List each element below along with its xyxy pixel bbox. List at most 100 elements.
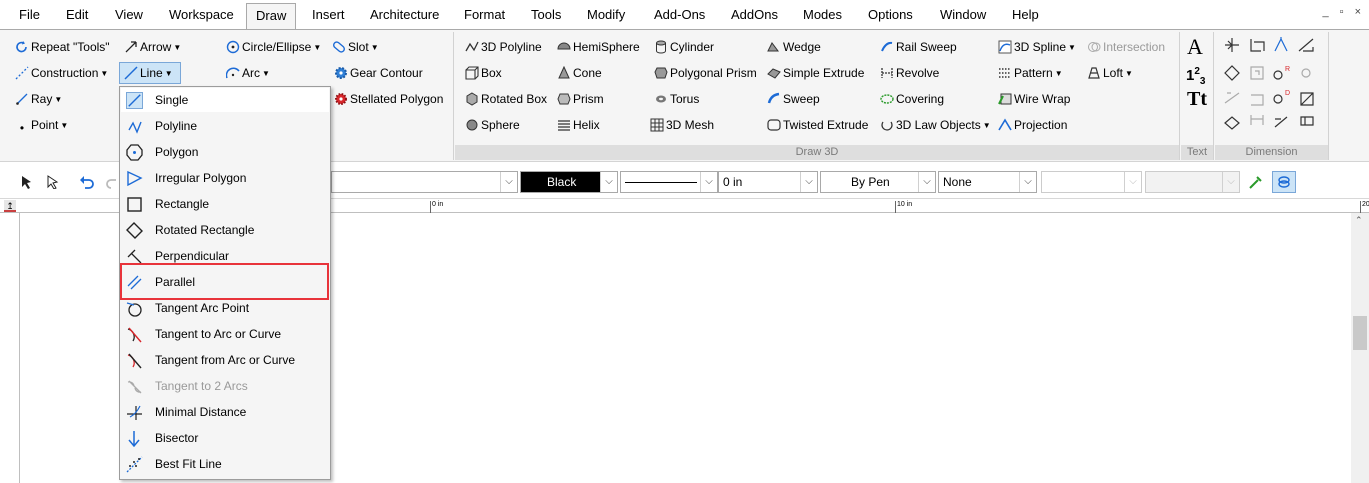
wire-wrap-button[interactable]: Wire Wrap (998, 89, 1070, 109)
gear-contour-button[interactable]: Gear Contour (334, 63, 423, 83)
construction-button[interactable]: Construction ▼ (15, 63, 108, 83)
line-style-select[interactable]: ⌵ (620, 171, 718, 193)
text-tool-button[interactable]: A (1187, 34, 1203, 60)
menu-help[interactable]: Help (1012, 7, 1039, 22)
loft-icon (1088, 67, 1100, 79)
menu-item-polygon[interactable]: Polygon (121, 140, 329, 164)
polygonal-prism-button[interactable]: Polygonal Prism (654, 63, 757, 83)
menu-item-tangent-2-arcs[interactable]: Tangent to 2 Arcs (121, 374, 329, 398)
covering-button[interactable]: Covering (880, 89, 944, 109)
select-node-icon[interactable] (46, 175, 60, 189)
pattern-button[interactable]: Pattern ▼ (998, 63, 1063, 83)
menu-item-bisector[interactable]: Bisector (121, 426, 329, 450)
scroll-up-icon[interactable]: ⌃ (1355, 215, 1363, 226)
wedge-icon (767, 42, 779, 52)
menu-options[interactable]: Options (868, 7, 913, 22)
eyedropper-icon[interactable] (1248, 174, 1264, 190)
menu-format[interactable]: Format (464, 7, 505, 22)
ray-button[interactable]: Ray ▼ (15, 89, 62, 109)
menu-view[interactable]: View (115, 7, 143, 22)
intersection-label: Intersection (1103, 40, 1166, 54)
menu-workspace[interactable]: Workspace (169, 7, 234, 22)
menu-item-tangent-to-arc[interactable]: Tangent to Arc or Curve (121, 322, 329, 346)
menu-item-rotated-rectangle[interactable]: Rotated Rectangle (121, 218, 329, 242)
repeat-tools-button[interactable]: Repeat "Tools" (15, 37, 110, 57)
scrollbar-thumb[interactable] (1353, 316, 1367, 350)
disabled-select-2[interactable]: ⌵ (1145, 171, 1240, 193)
3d-law-objects-icon (881, 121, 893, 131)
line-button[interactable]: Line ▼ (119, 62, 181, 84)
vertical-scrollbar[interactable]: ⌃ (1351, 213, 1369, 483)
line-single-icon (126, 92, 143, 109)
box-button[interactable]: Box (465, 63, 502, 83)
rail-sweep-button[interactable]: Rail Sweep (880, 37, 957, 57)
torus-button[interactable]: Torus (654, 89, 699, 109)
3d-polyline-button[interactable]: 3D Polyline (465, 37, 542, 57)
menu-file[interactable]: File (19, 7, 40, 22)
thickness-select[interactable]: 0 in ⌵ (718, 171, 818, 193)
disabled-select-1[interactable]: ⌵ (1041, 171, 1142, 193)
text-style-button[interactable]: Tt (1187, 88, 1207, 111)
menu-insert[interactable]: Insert (312, 7, 345, 22)
sweep-button[interactable]: Sweep (767, 89, 820, 109)
helix-button[interactable]: Helix (557, 115, 600, 135)
color-value: Black (547, 175, 577, 189)
revolve-icon (881, 68, 893, 78)
menu-item-best-fit-line[interactable]: Best Fit Line (121, 452, 329, 476)
menu-architecture[interactable]: Architecture (370, 7, 439, 22)
rotated-box-button[interactable]: Rotated Box (465, 89, 547, 109)
chevron-down-icon: ▼ (982, 121, 991, 130)
gear-icon (335, 67, 347, 79)
chevron-down-icon: ⌵ (500, 172, 517, 192)
menu-item-minimal-distance[interactable]: Minimal Distance (121, 400, 329, 424)
slot-button[interactable]: Slot ▼ (332, 37, 379, 57)
cylinder-button[interactable]: Cylinder (654, 37, 714, 57)
window-controls[interactable]: _ ▫ × (1322, 6, 1365, 18)
arc-button[interactable]: Arc ▼ (226, 63, 270, 83)
prism-button[interactable]: Prism (557, 89, 604, 109)
arrow-button[interactable]: Arrow ▼ (124, 37, 181, 57)
point-button[interactable]: • Point ▼ (15, 115, 68, 135)
menu-tools[interactable]: Tools (531, 7, 561, 22)
menu-item-tangent-from-arc[interactable]: Tangent from Arc or Curve (121, 348, 329, 372)
revolve-button[interactable]: Revolve (880, 63, 939, 83)
attribute-toggle-button[interactable] (1272, 171, 1296, 193)
menu-draw[interactable]: Draw (246, 3, 297, 30)
color-select[interactable]: Black ⌵ (520, 171, 618, 193)
layer-select[interactable]: ⌵ (331, 171, 518, 193)
fill-select[interactable]: None ⌵ (938, 171, 1037, 193)
pen-select[interactable]: By Pen ⌵ (820, 171, 936, 193)
simple-extrude-button[interactable]: Simple Extrude (767, 63, 864, 83)
redo-icon[interactable] (106, 175, 120, 189)
cone-button[interactable]: Cone (557, 63, 602, 83)
menu-item-single[interactable]: Single (121, 88, 329, 112)
projection-button[interactable]: Projection (998, 115, 1067, 135)
3d-law-objects-button[interactable]: 3D Law Objects ▼ (880, 115, 991, 135)
3d-spline-button[interactable]: 3D Spline ▼ (998, 37, 1076, 57)
dimension-icons[interactable]: RD (1223, 37, 1323, 133)
sphere-button[interactable]: Sphere (465, 115, 520, 135)
menu-item-polyline[interactable]: Polyline (121, 114, 329, 138)
circle-ellipse-button[interactable]: Circle/Ellipse ▼ (226, 37, 321, 57)
menu-edit[interactable]: Edit (66, 7, 88, 22)
hemisphere-button[interactable]: HemiSphere (557, 37, 640, 57)
menu-item-irregular-polygon[interactable]: Irregular Polygon (121, 166, 329, 190)
loft-button[interactable]: Loft ▼ (1087, 63, 1133, 83)
twisted-extrude-button[interactable]: Twisted Extrude (767, 115, 868, 135)
wedge-button[interactable]: Wedge (767, 37, 821, 57)
draw-3d-group: 3D Polyline HemiSphere Cylinder Wedge Ra… (455, 32, 1180, 160)
menu-modify[interactable]: Modify (587, 7, 625, 22)
number-tool-button[interactable]: 123 (1186, 66, 1205, 87)
3d-mesh-button[interactable]: 3D Mesh (650, 115, 714, 135)
menu-add-ons[interactable]: Add-Ons (654, 7, 705, 22)
menu-item-rectangle[interactable]: Rectangle (121, 192, 329, 216)
undo-icon[interactable] (79, 175, 95, 189)
intersection-button[interactable]: Intersection (1087, 37, 1165, 57)
menu-addons[interactable]: AddOns (731, 7, 778, 22)
stellated-polygon-button[interactable]: Stellated Polygon (334, 89, 443, 109)
revolve-label: Revolve (896, 66, 940, 80)
select-pointer-icon[interactable] (20, 175, 34, 189)
hemisphere-icon (557, 42, 571, 50)
menu-window[interactable]: Window (940, 7, 986, 22)
menu-modes[interactable]: Modes (803, 7, 842, 22)
